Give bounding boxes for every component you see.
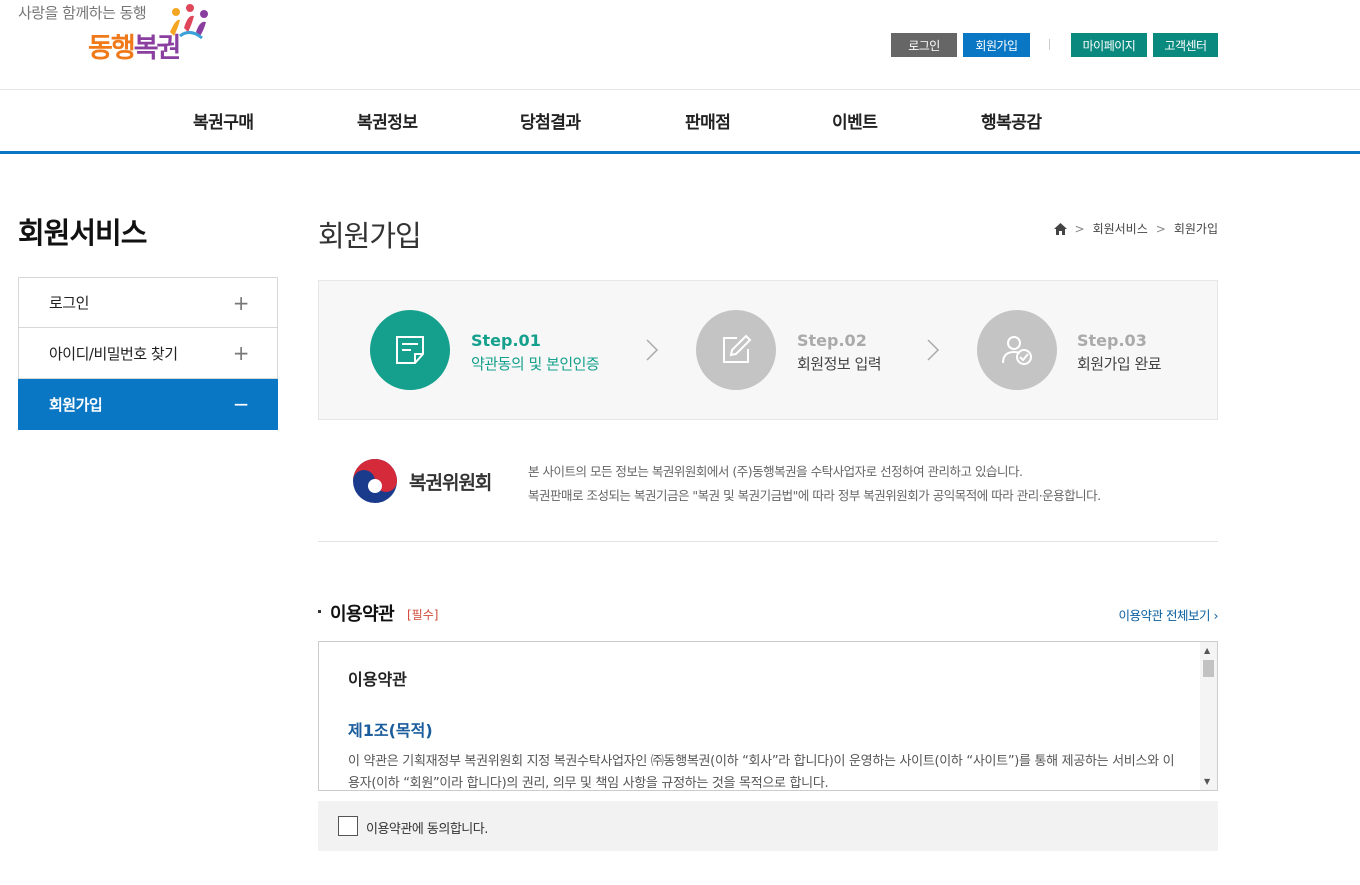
breadcrumb-item-current: 회원가입 — [1173, 222, 1218, 236]
step-3-number: Step.03 — [1077, 331, 1147, 350]
plus-icon: + — [232, 291, 250, 315]
required-badge: [필수] — [407, 608, 439, 622]
view-all-terms-label: 이용약관 전체보기 — [1118, 608, 1211, 623]
gnb-item-results[interactable]: 당첨결과 — [520, 108, 581, 133]
scroll-up-icon[interactable]: ▲ — [1204, 646, 1210, 655]
article-body: 이 약관은 기획재정부 복권위원회 지정 복권수탁사업자인 ㈜동행복권(이하 “… — [348, 754, 1175, 791]
edit-icon — [723, 334, 752, 363]
breadcrumb-arrow-icon: > — [1155, 221, 1166, 236]
article-title: 제1조(목적) — [348, 721, 433, 740]
logo-figures-icon — [170, 4, 208, 40]
scrollbar-thumb[interactable] — [1203, 660, 1214, 677]
step-1-number: Step.01 — [471, 331, 541, 350]
site-header: 사랑을 함께하는 동행 동행복권 로그인 회원가입 마이페이지 고객센터 — [0, 0, 1360, 90]
view-all-terms-link[interactable]: 이용약관 전체보기 › — [1118, 605, 1219, 624]
home-icon[interactable] — [1053, 222, 1067, 235]
lnb-title: 회원서비스 — [18, 216, 147, 250]
side-menu-item-label: 회원가입 — [49, 395, 103, 414]
gnb-item-happiness[interactable]: 행복공감 — [981, 108, 1042, 133]
step-3-badge — [977, 310, 1057, 390]
customer-center-button[interactable]: 고객센터 — [1153, 33, 1218, 57]
breadcrumb: > 회원서비스 > 회원가입 — [1053, 220, 1218, 237]
login-button[interactable]: 로그인 — [891, 33, 957, 57]
step-2-number: Step.02 — [797, 331, 867, 350]
step-3-text: 회원가입 완료 — [1077, 355, 1162, 373]
terms-agree-label[interactable]: 이용약관에 동의합니다. — [366, 818, 488, 837]
terms-agree-checkbox[interactable] — [338, 816, 358, 836]
step-2-text: 회원정보 입력 — [797, 355, 882, 373]
chevron-right-icon — [646, 339, 659, 361]
notice-line-2: 복권판매로 조성되는 복권기금은 "복권 및 복권기금법"에 따라 정부 복권위… — [528, 488, 1101, 503]
commission-name: 복권위원회 — [409, 472, 492, 494]
main-navigation: 복권구매 복권정보 당첨결과 판매점 이벤트 행복공감 — [0, 90, 1360, 154]
terms-agree-bar: 이용약관에 동의합니다. — [318, 801, 1218, 851]
gnb-item-lottery-info[interactable]: 복권정보 — [357, 108, 418, 133]
chevron-right-icon — [927, 339, 940, 361]
terms-section-header: 이용약관 [필수] 이용약관 전체보기 › — [318, 598, 1218, 628]
gnb-item-events[interactable]: 이벤트 — [832, 108, 878, 133]
terms-heading: 이용약관 — [348, 670, 407, 689]
step-1-text: 약관동의 및 본인인증 — [471, 355, 600, 373]
util-divider — [1049, 39, 1050, 50]
slogan: 사랑을 함께하는 동행 — [18, 4, 147, 22]
chevron-right-icon: › — [1213, 608, 1219, 623]
gnb-item-stores[interactable]: 판매점 — [685, 108, 731, 133]
join-steps: Step.01 약관동의 및 본인인증 Step.02 회원정보 입력 Step… — [318, 280, 1218, 420]
minus-icon: − — [232, 392, 250, 416]
notice-text: 본 사이트의 모든 정보는 복권위원회에서 (주)동행복권을 수탁사업자로 선정… — [528, 460, 1101, 508]
user-check-icon — [1002, 336, 1032, 365]
terms-content: 이용약관 제1조(목적) 이 약관은 기획재정부 복권위원회 지정 복권수탁사업… — [348, 666, 1178, 791]
terms-section-title: 이용약관 — [330, 604, 395, 625]
side-menu-item-join[interactable]: 회원가입 − — [18, 379, 278, 430]
join-button[interactable]: 회원가입 — [963, 33, 1030, 57]
breadcrumb-arrow-icon: > — [1074, 221, 1085, 236]
side-menu: 로그인 + 아이디/비밀번호 찾기 + 회원가입 − — [18, 277, 278, 430]
plus-icon: + — [232, 341, 250, 365]
side-menu-item-label: 아이디/비밀번호 찾기 — [49, 344, 178, 363]
mypage-button[interactable]: 마이페이지 — [1071, 33, 1147, 57]
lottery-commission-notice: 복권위원회 본 사이트의 모든 정보는 복권위원회에서 (주)동행복권을 수탁사… — [318, 432, 1218, 542]
taegeuk-logo-icon — [353, 459, 397, 503]
document-icon — [396, 336, 424, 364]
page-title: 회원가입 — [318, 219, 422, 253]
terms-scrollbar[interactable]: ▲ ▼ — [1200, 642, 1217, 790]
side-menu-item-find-account[interactable]: 아이디/비밀번호 찾기 + — [18, 328, 278, 379]
step-2-badge — [696, 310, 776, 390]
side-menu-item-login[interactable]: 로그인 + — [18, 277, 278, 328]
notice-line-1: 본 사이트의 모든 정보는 복권위원회에서 (주)동행복권을 수탁사업자로 선정… — [528, 464, 1023, 479]
scroll-down-icon[interactable]: ▼ — [1204, 777, 1210, 786]
terms-scroll-box[interactable]: 이용약관 제1조(목적) 이 약관은 기획재정부 복권위원회 지정 복권수탁사업… — [318, 641, 1218, 791]
gnb-item-lottery-purchase[interactable]: 복권구매 — [193, 108, 254, 133]
side-menu-item-label: 로그인 — [49, 294, 89, 312]
breadcrumb-item[interactable]: 회원서비스 — [1093, 220, 1148, 237]
logo-text-part1: 동행 — [88, 33, 136, 64]
bullet-icon — [318, 610, 321, 613]
step-1-badge — [370, 310, 450, 390]
